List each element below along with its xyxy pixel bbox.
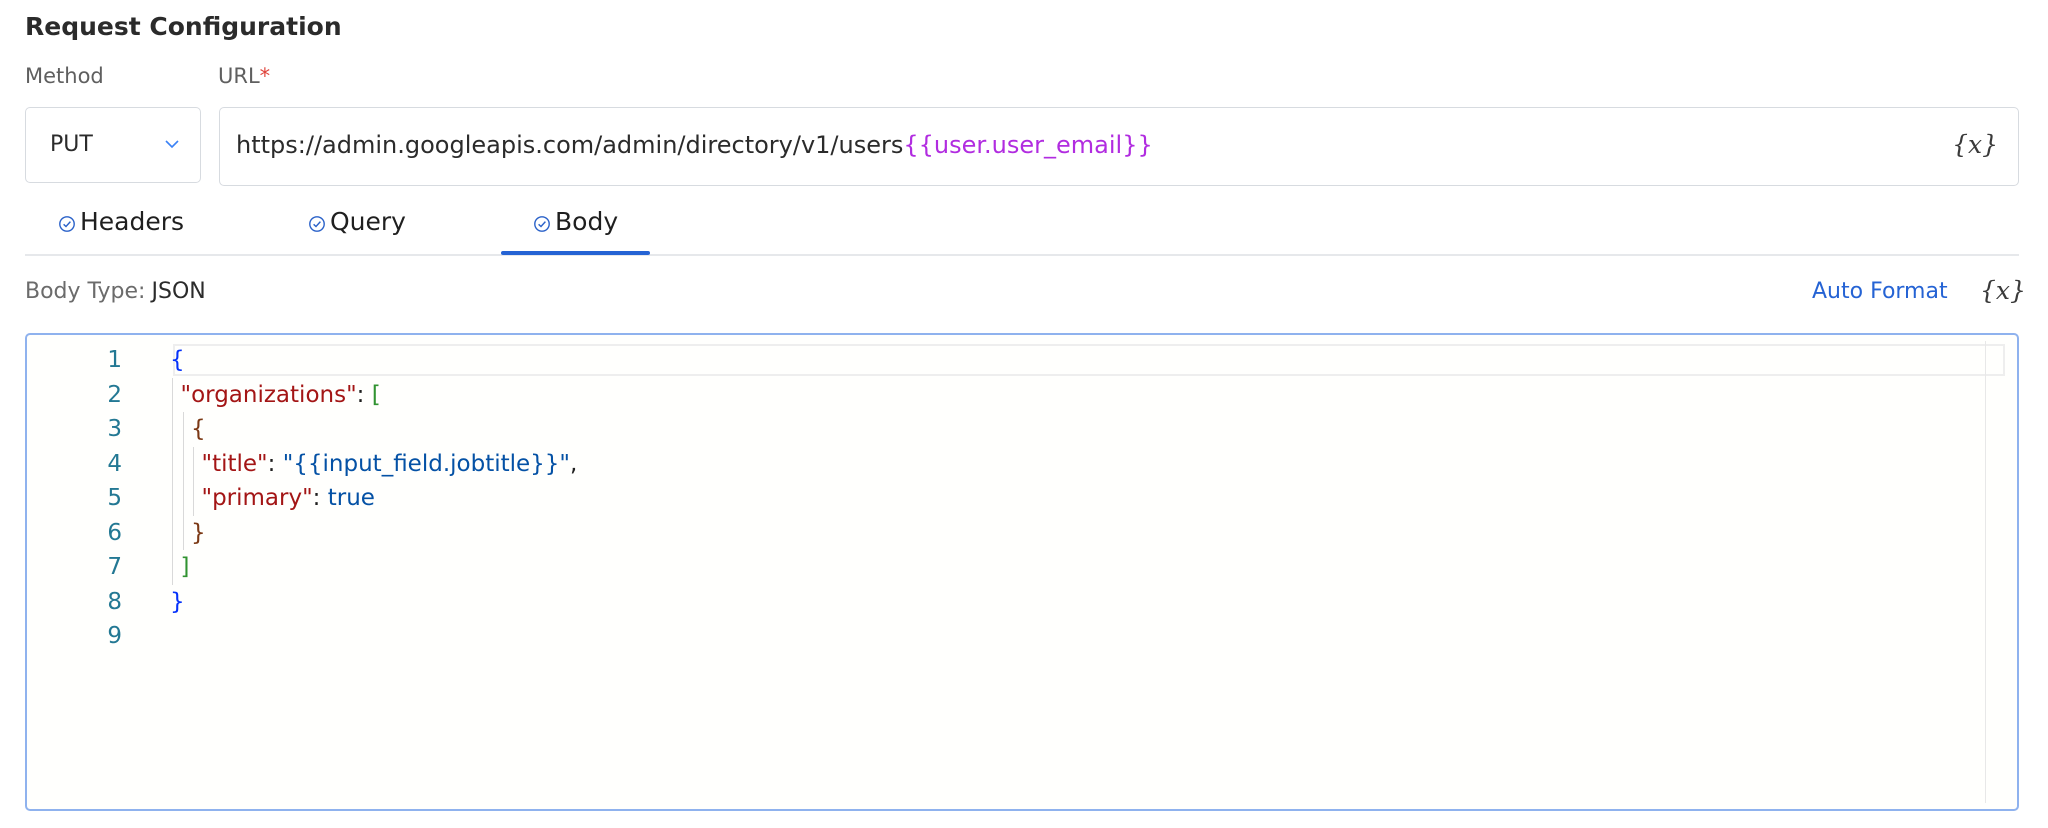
code-content: ] xyxy=(181,550,190,584)
line-number: 5 xyxy=(107,485,122,511)
tab-body-label: Body xyxy=(555,207,619,236)
url-text[interactable]: https://admin.googleapis.com/admin/direc… xyxy=(236,131,1153,159)
tab-body[interactable]: Body xyxy=(533,207,618,255)
indent-guide xyxy=(172,550,173,585)
code-token: "{{input_field.jobtitle}}" xyxy=(282,450,571,477)
indent-guide xyxy=(182,446,184,481)
code-line: 7] xyxy=(27,550,1977,584)
code-token: [ xyxy=(371,381,381,408)
indent-guide xyxy=(172,515,173,550)
body-type: Body Type: JSON xyxy=(25,279,206,304)
code-line: 2 "organizations": [ xyxy=(27,378,1977,412)
line-number: 2 xyxy=(107,381,122,408)
indent-guide xyxy=(182,412,184,447)
url-label: URL* xyxy=(218,64,270,88)
line-number: 6 xyxy=(107,519,122,546)
code-content: { xyxy=(191,412,206,446)
indent-guide xyxy=(193,481,194,516)
code-content: { xyxy=(170,343,185,377)
line-number: 4 xyxy=(107,450,122,477)
indent-guide xyxy=(172,412,173,447)
code-content: } xyxy=(191,516,206,550)
code-token: true xyxy=(327,485,375,511)
editor-scrollbar-track[interactable] xyxy=(1985,341,1986,803)
code-token: } xyxy=(170,588,185,615)
method-select[interactable]: PUT xyxy=(25,107,201,183)
code-line: 8} xyxy=(27,585,1977,619)
insert-variable-icon[interactable]: {x} xyxy=(1952,130,1998,159)
line-number: 1 xyxy=(107,347,122,373)
method-label: Method xyxy=(25,64,104,88)
url-input[interactable]: https://admin.googleapis.com/admin/direc… xyxy=(219,107,2019,186)
code-token: : xyxy=(267,450,283,477)
code-token: , xyxy=(570,450,578,477)
json-body-editor[interactable]: 1{2 "organizations": [3{4 "title": "{{inpu… xyxy=(25,333,2019,811)
code-token: ] xyxy=(180,554,190,580)
check-circle-icon xyxy=(309,216,325,232)
tab-query[interactable]: Query xyxy=(308,207,406,255)
code-line: 4 "title": "{{input_field.jobtitle}}", xyxy=(27,447,1977,481)
code-token: "organizations" xyxy=(180,381,357,408)
line-number: 8 xyxy=(107,588,122,615)
code-line: 1{ xyxy=(27,343,1977,377)
code-token: } xyxy=(191,519,206,546)
code-token: : xyxy=(312,485,328,511)
code-token: "title" xyxy=(201,450,268,477)
code-content: "organizations": [ xyxy=(181,378,381,412)
page-title: Request Configuration xyxy=(25,12,342,41)
indent-guide xyxy=(172,446,173,481)
code-content: "primary": true xyxy=(202,481,375,515)
line-number: 7 xyxy=(107,554,122,580)
line-number: 3 xyxy=(107,416,122,442)
chevron-down-icon xyxy=(165,140,179,149)
code-token: : xyxy=(356,381,372,408)
url-variable-token: {{user.user_email}} xyxy=(903,131,1153,159)
tab-headers-label: Headers xyxy=(80,207,185,236)
url-base-text: https://admin.googleapis.com/admin/direc… xyxy=(236,131,904,159)
tabs-divider xyxy=(25,254,2019,256)
check-circle-icon xyxy=(59,216,75,232)
code-line: 3{ xyxy=(27,412,1977,446)
code-line: 6} xyxy=(27,516,1977,550)
request-tabs: Headers Query Body xyxy=(25,195,2019,256)
method-value: PUT xyxy=(50,132,93,157)
body-type-label: Body Type: xyxy=(25,279,146,304)
required-asterisk: * xyxy=(259,64,271,88)
line-number: 9 xyxy=(107,623,122,649)
indent-guide xyxy=(193,446,194,481)
indent-guide xyxy=(172,481,173,516)
code-content: } xyxy=(170,585,185,619)
code-token: "primary" xyxy=(201,485,313,511)
indent-guide xyxy=(182,481,184,516)
code-token: { xyxy=(170,347,185,373)
code-line: 5 "primary": true xyxy=(27,481,1977,515)
check-circle-icon xyxy=(534,216,550,232)
code-token: { xyxy=(191,416,206,442)
indent-guide xyxy=(172,377,173,412)
code-content: "title": "{{input_field.jobtitle}}", xyxy=(202,447,578,481)
tab-headers[interactable]: Headers xyxy=(58,207,184,255)
active-tab-indicator xyxy=(501,251,650,255)
indent-guide xyxy=(182,515,184,550)
url-label-text: URL xyxy=(218,64,260,88)
body-insert-variable-icon[interactable]: {x} xyxy=(1980,276,2026,305)
body-type-value: JSON xyxy=(151,279,206,304)
auto-format-button[interactable]: Auto Format xyxy=(1812,279,1948,304)
tab-query-label: Query xyxy=(330,207,406,236)
code-line: 9 xyxy=(27,619,1977,653)
